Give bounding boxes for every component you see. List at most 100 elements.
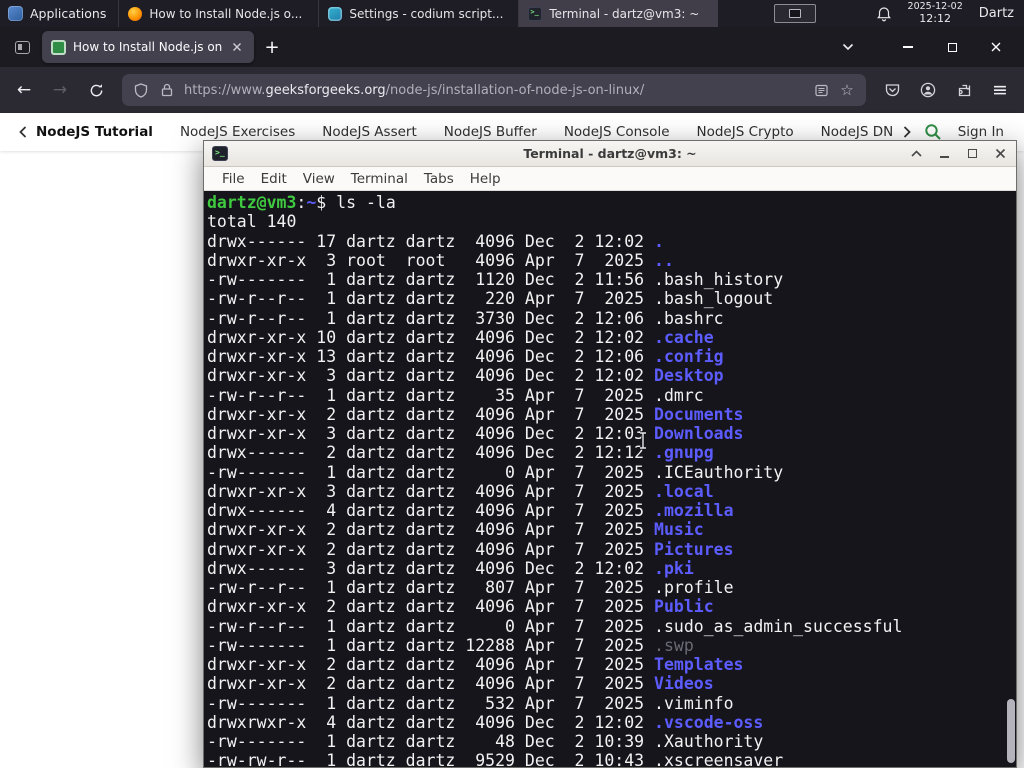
clock-time: 12:12 xyxy=(919,11,951,25)
terminal-prompt-line: dartz@vm3:~$ ls -la xyxy=(207,193,1016,212)
terminal-maximize-button[interactable] xyxy=(965,146,980,161)
file-name: Pictures xyxy=(654,539,734,559)
gfg-nav-item[interactable]: NodeJS DNS xyxy=(821,124,894,140)
applications-menu[interactable]: Applications xyxy=(0,0,118,27)
pocket-icon[interactable] xyxy=(876,74,908,106)
file-name: Templates xyxy=(654,655,744,674)
taskbar-window-title: How to Install Node.js o... xyxy=(149,6,303,21)
terminal-menu-help[interactable]: Help xyxy=(462,171,509,187)
notification-bell-icon[interactable] xyxy=(876,6,892,22)
back-icon[interactable]: ← xyxy=(8,74,40,106)
terminal-line: -rw-r--r-- 1 dartz dartz 807 Apr 7 2025 … xyxy=(207,578,1016,597)
nav-scroll-right-icon[interactable] xyxy=(898,123,916,141)
padlock-icon xyxy=(158,81,176,99)
terminal-close-button[interactable] xyxy=(993,146,1008,161)
gfg-nav-item[interactable]: NodeJS Buffer xyxy=(444,124,537,140)
terminal-line: drwx------ 2 dartz dartz 4096 Dec 2 12:1… xyxy=(207,443,1016,462)
terminal-title: Terminal - dartz@vm3: ~ xyxy=(523,146,697,161)
prompt-command: ls -la xyxy=(336,193,396,212)
terminal-line: drwx------ 17 dartz dartz 4096 Dec 2 12:… xyxy=(207,232,1016,251)
tracking-shield-icon[interactable] xyxy=(132,81,150,99)
terminal-line: drwxr-xr-x 3 root root 4096 Apr 7 2025 .… xyxy=(207,251,1016,270)
line-text: -rw------- 1 dartz dartz 12288 Apr 7 202… xyxy=(207,635,655,655)
sign-in-button[interactable]: Sign In xyxy=(958,124,1004,140)
tab-close-icon[interactable] xyxy=(229,39,245,55)
terminal-line: drwxr-xr-x 3 dartz dartz 4096 Dec 2 12:0… xyxy=(207,424,1016,443)
menu-icon[interactable]: ≡ xyxy=(984,74,1016,106)
line-text: drwx------ 2 dartz dartz 4096 Dec 2 12:1… xyxy=(207,443,655,463)
url-prefix: https://www. xyxy=(184,82,266,98)
terminal-line: -rw-r--r-- 1 dartz dartz 0 Apr 7 2025 .s… xyxy=(207,617,1016,636)
file-name: .xscreensaver xyxy=(654,751,784,767)
gfg-nav-item[interactable]: NodeJS Assert xyxy=(322,124,417,140)
terminal-output[interactable]: dartz@vm3:~$ ls -la total 140 drwx------… xyxy=(204,191,1016,767)
taskbar-window-1[interactable]: How to Install Node.js o... xyxy=(118,0,318,27)
file-name: . xyxy=(654,231,664,251)
taskbar-clock[interactable]: 2025-12-02 12:12 xyxy=(908,1,963,25)
terminal-menu-view[interactable]: View xyxy=(295,171,343,187)
line-text: drwxr-xr-x 10 dartz dartz 4096 Dec 2 12:… xyxy=(207,327,655,347)
nav-scroll-left-icon[interactable] xyxy=(14,123,32,141)
file-name: Public xyxy=(654,597,714,617)
firefox-window: How to Install Node.js on... + ← → https… xyxy=(0,27,1024,113)
tab-bar: How to Install Node.js on... + xyxy=(0,27,1024,67)
workspace-pager[interactable] xyxy=(774,4,817,23)
forward-icon: → xyxy=(52,80,68,100)
terminal-line: drwxr-xr-x 10 dartz dartz 4096 Dec 2 12:… xyxy=(207,328,1016,347)
gfg-nav-item[interactable]: NodeJS Tutorial xyxy=(36,124,153,140)
extensions-icon[interactable] xyxy=(948,74,980,106)
window-maximize-button[interactable] xyxy=(944,39,960,55)
line-text: drwxr-xr-x 2 dartz dartz 4096 Apr 7 2025 xyxy=(207,404,655,424)
account-icon[interactable] xyxy=(912,74,944,106)
terminal-scrollbar[interactable] xyxy=(1007,699,1015,763)
terminal-menu-terminal[interactable]: Terminal xyxy=(343,171,416,187)
terminal-line: drwxr-xr-x 3 dartz dartz 4096 Apr 7 2025… xyxy=(207,482,1016,501)
file-name: .gnupg xyxy=(654,443,714,463)
terminal-titlebar[interactable]: Terminal - dartz@vm3: ~ xyxy=(204,141,1016,167)
file-name: .local xyxy=(654,481,714,501)
bookmark-star-icon[interactable]: ☆ xyxy=(838,81,856,99)
firefox-view-button[interactable] xyxy=(8,33,36,61)
line-text: -rw------- 1 dartz dartz 1120 Dec 2 11:5… xyxy=(207,270,655,289)
browser-tab[interactable]: How to Install Node.js on... xyxy=(42,31,254,63)
file-name: .vscode-oss xyxy=(654,712,764,732)
gfg-nav-item[interactable]: NodeJS Console xyxy=(564,124,670,140)
terminal-shade-icon[interactable] xyxy=(909,146,924,161)
taskbar-window-3[interactable]: Terminal - dartz@vm3: ~ xyxy=(518,0,719,27)
file-name: .bash_history xyxy=(654,270,784,289)
line-text: -rw-r--r-- 1 dartz dartz 220 Apr 7 2025 xyxy=(207,289,655,309)
terminal-line: drwxr-xr-x 2 dartz dartz 4096 Apr 7 2025… xyxy=(207,674,1016,693)
terminal-total-line: total 140 xyxy=(207,212,297,232)
reload-icon[interactable] xyxy=(80,74,112,106)
line-text: drwxr-xr-x 13 dartz dartz 4096 Dec 2 12:… xyxy=(207,347,655,366)
gfg-nav-item[interactable]: NodeJS Crypto xyxy=(697,124,794,140)
gfg-nav-items: NodeJS Tutorial NodeJS Exercises NodeJS As… xyxy=(36,124,894,140)
new-tab-button[interactable]: + xyxy=(258,33,286,61)
file-name: Documents xyxy=(654,404,744,424)
taskbar-window-2[interactable]: Settings - codium script... xyxy=(318,0,518,27)
terminal-line: -rw------- 1 dartz dartz 0 Apr 7 2025 .I… xyxy=(207,463,1016,482)
terminal-line: -rw-r--r-- 1 dartz dartz 220 Apr 7 2025 … xyxy=(207,289,1016,308)
tab-list-chevron-icon[interactable] xyxy=(834,33,862,61)
prompt-colon: : xyxy=(296,193,307,212)
window-close-button[interactable] xyxy=(988,39,1004,55)
window-minimize-button[interactable] xyxy=(900,39,916,55)
terminal-window: Terminal - dartz@vm3: ~ FileEditViewTerm… xyxy=(203,140,1017,768)
terminal-line: drwxr-xr-x 13 dartz dartz 4096 Dec 2 12:… xyxy=(207,347,1016,366)
url-domain: geeksforgeeks.org xyxy=(265,82,386,98)
url-bar[interactable]: https://www.geeksforgeeks.org/node-js/in… xyxy=(122,74,866,106)
file-name: .pki xyxy=(654,558,694,578)
terminal-line: -rw-r--r-- 1 dartz dartz 35 Apr 7 2025 .… xyxy=(207,386,1016,405)
taskbar-window-title: Terminal - dartz@vm3: ~ xyxy=(549,6,700,21)
window-controls xyxy=(888,39,1016,55)
terminal-menu-edit[interactable]: Edit xyxy=(253,171,295,187)
line-text: drwx------ 4 dartz dartz 4096 Apr 7 2025 xyxy=(207,501,655,520)
gfg-nav-item[interactable]: NodeJS Exercises xyxy=(180,124,295,140)
terminal-menu-file[interactable]: File xyxy=(214,171,253,187)
terminal-menu-tabs[interactable]: Tabs xyxy=(416,171,462,187)
firefox-icon xyxy=(128,6,143,21)
reader-mode-icon[interactable] xyxy=(812,81,830,99)
line-text: drwxr-xr-x 2 dartz dartz 4096 Apr 7 2025 xyxy=(207,674,655,694)
terminal-minimize-button[interactable] xyxy=(937,146,952,161)
file-name: .mozilla xyxy=(654,501,734,520)
